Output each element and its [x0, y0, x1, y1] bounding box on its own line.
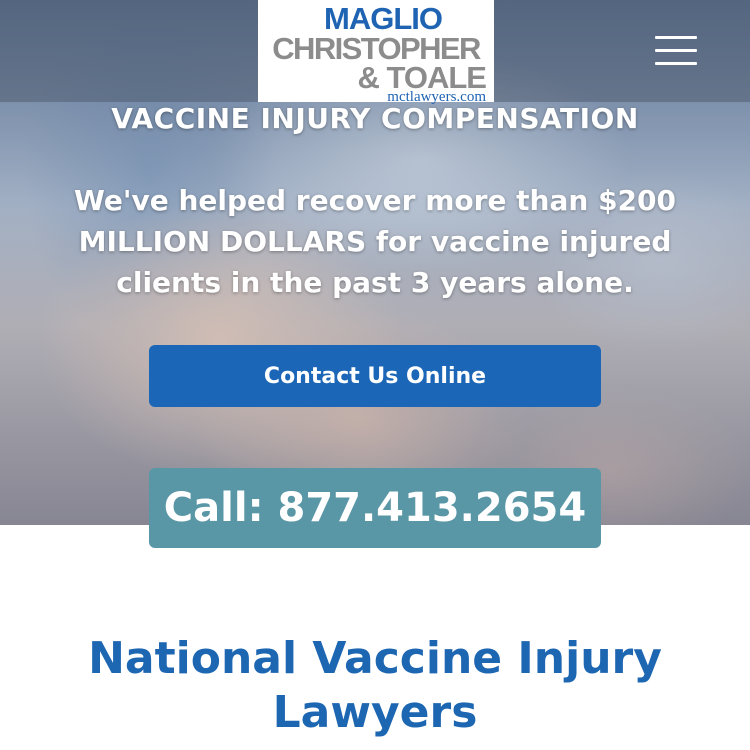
hero-description: We've helped recover more than $200 MILL… [74, 184, 676, 299]
hamburger-menu-icon[interactable] [655, 36, 697, 66]
call-phone-button[interactable]: Call: 877.413.2654 [149, 468, 601, 548]
hero-banner: MAGLIO CHRISTOPHER & TOALE mctlawyers.co… [0, 0, 750, 525]
logo-line-maglio: MAGLIO [324, 1, 443, 36]
menu-bar-middle [655, 49, 697, 52]
menu-bar-top [655, 36, 697, 39]
section-title: National Vaccine Injury Lawyers [88, 633, 662, 738]
menu-bar-bottom [655, 62, 697, 65]
contact-us-online-button[interactable]: Contact Us Online [149, 345, 601, 407]
firm-logo[interactable]: MAGLIO CHRISTOPHER & TOALE mctlawyers.co… [258, 0, 494, 105]
hero-title: VACCINE INJURY COMPENSATION [111, 102, 639, 135]
logo-line-toale: & TOALE [357, 60, 488, 95]
